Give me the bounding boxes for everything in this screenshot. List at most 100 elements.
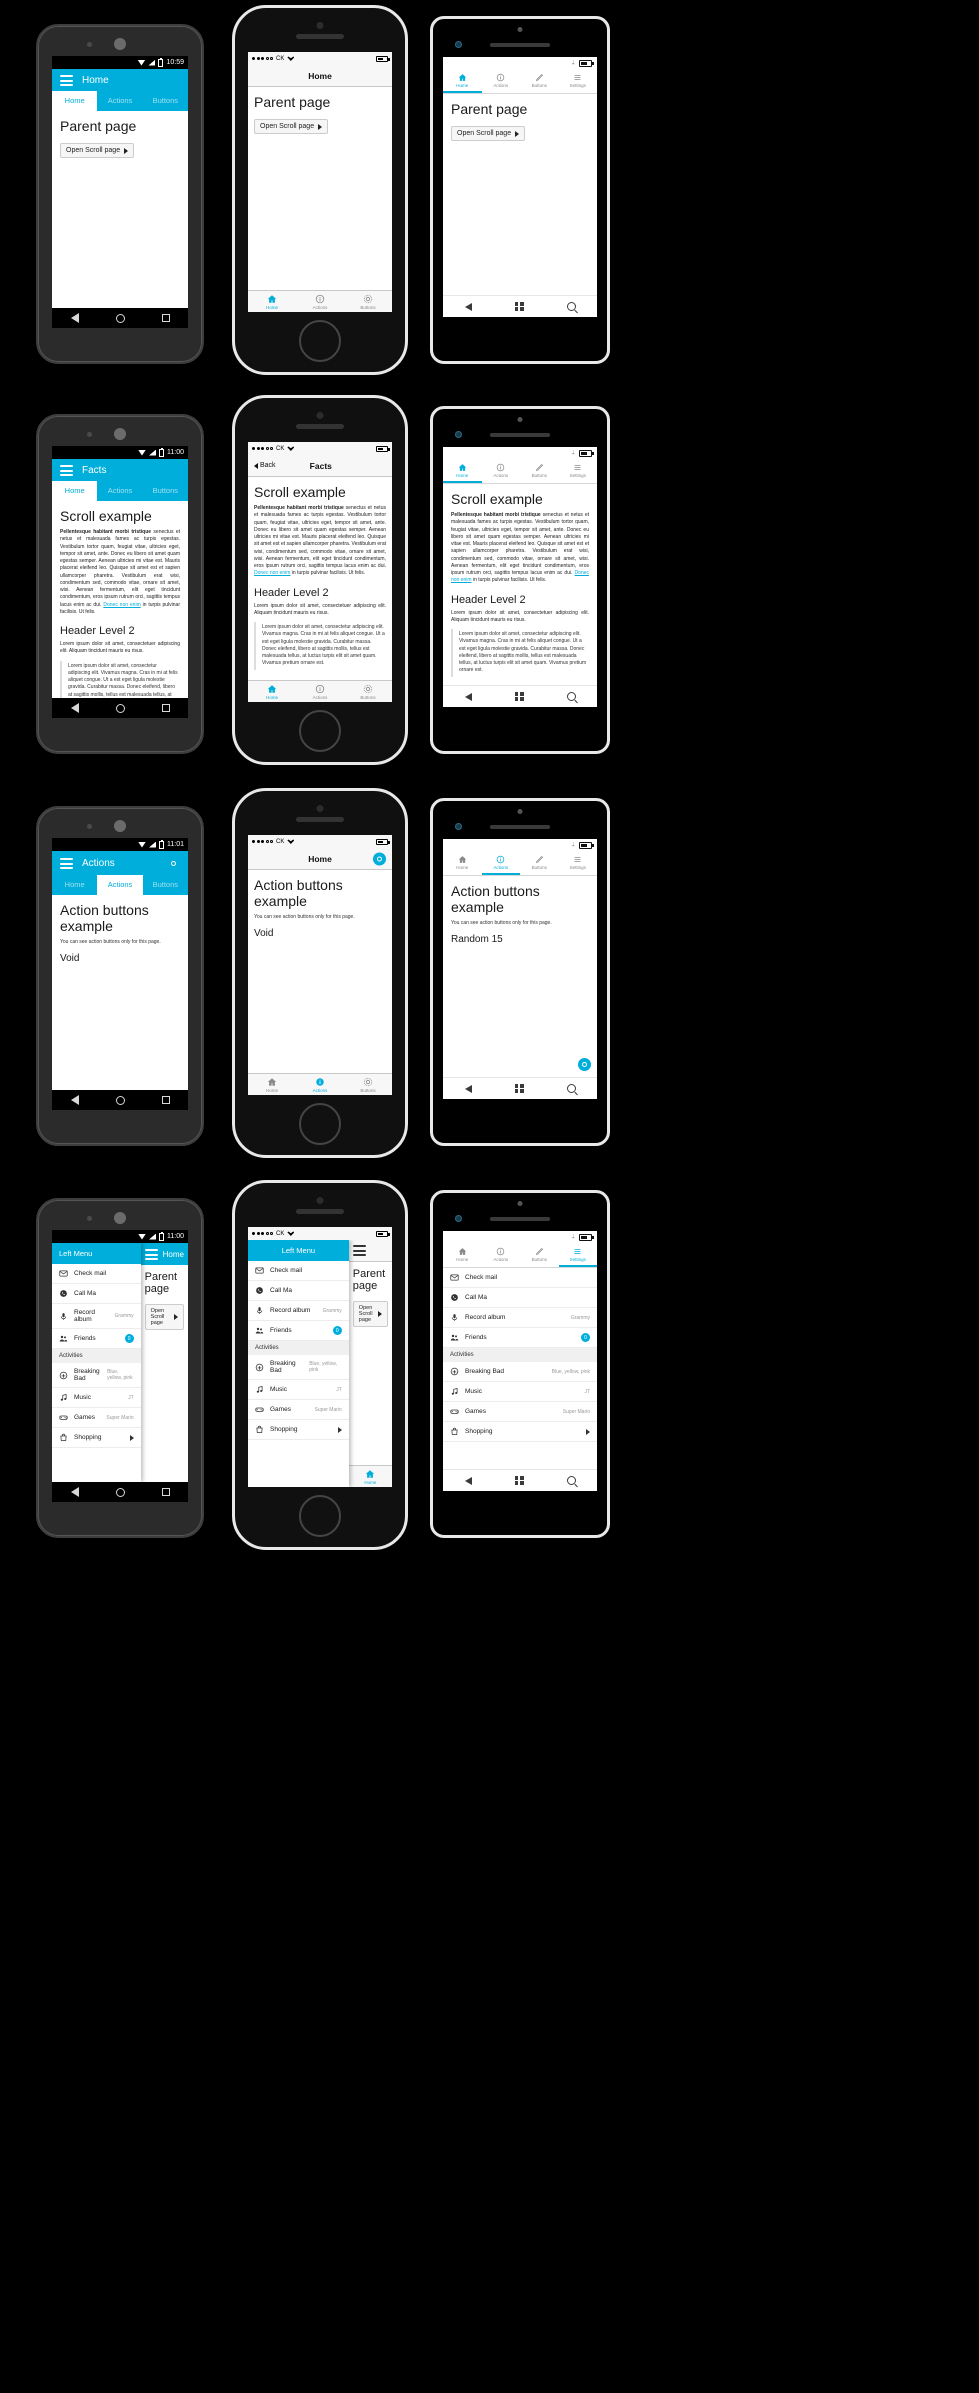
tab-settings[interactable]: Settings [559, 69, 598, 93]
tab-buttons[interactable]: Buttons [520, 851, 559, 875]
nav-home-icon[interactable] [115, 1487, 125, 1497]
list-item[interactable]: Record album Grammy [248, 1301, 349, 1321]
open-scroll-page-button[interactable]: Open Scroll page [144, 1304, 184, 1330]
nav-recents-icon[interactable] [161, 704, 170, 712]
tab-buttons[interactable]: Buttons [520, 459, 559, 483]
list-item[interactable]: Friends 0 [443, 1328, 597, 1348]
list-item[interactable]: Friends 0 [52, 1329, 141, 1349]
nav-home-icon[interactable] [115, 313, 125, 323]
tab-actions[interactable]: Actions [482, 69, 521, 93]
nav-windows-icon[interactable] [514, 1476, 524, 1485]
action-button[interactable] [578, 1058, 591, 1071]
menu-icon[interactable] [60, 858, 73, 869]
open-scroll-page-button[interactable]: Open Scroll page [352, 1301, 388, 1327]
nav-back-icon[interactable] [464, 302, 472, 311]
ios-home-button[interactable] [299, 320, 341, 362]
nav-windows-icon[interactable] [514, 302, 524, 311]
list-item[interactable]: Record album Grammy [443, 1308, 597, 1328]
menu-icon[interactable] [352, 1245, 366, 1256]
nav-back-icon[interactable] [70, 703, 79, 713]
tab-actions[interactable]: Actions [481, 851, 520, 875]
action-button[interactable] [373, 852, 386, 865]
tab-buttons[interactable]: Buttons [344, 1074, 392, 1095]
nav-search-icon[interactable] [566, 1084, 576, 1093]
list-item[interactable]: Check mail [443, 1268, 597, 1288]
nav-search-icon[interactable] [566, 692, 576, 701]
list-item[interactable]: Call Ma [52, 1284, 141, 1304]
nav-back-icon[interactable] [70, 1095, 79, 1105]
list-item[interactable]: Call Ma [248, 1281, 349, 1301]
nav-back-icon[interactable] [464, 1084, 472, 1093]
list-item[interactable]: Games Super Mario [443, 1402, 597, 1422]
list-item[interactable]: Record album Grammy [52, 1304, 141, 1329]
nav-back-icon[interactable] [70, 1487, 79, 1497]
list-item[interactable]: Shopping [443, 1422, 597, 1442]
ios-home-button[interactable] [299, 1103, 341, 1145]
nav-windows-icon[interactable] [514, 692, 524, 701]
tab-actions[interactable]: Actions [97, 875, 143, 895]
list-item[interactable]: Shopping [248, 1420, 349, 1440]
tab-actions[interactable]: Actions [97, 91, 142, 111]
tab-home[interactable]: Home [248, 681, 296, 702]
menu-icon[interactable] [60, 465, 73, 476]
back-button[interactable]: Back [254, 462, 276, 469]
tab-home[interactable]: Home [52, 481, 98, 501]
tab-home[interactable]: Home [443, 69, 482, 93]
tab-actions[interactable]: Actions [482, 459, 521, 483]
list-item[interactable]: Breaking Bad Blue, yellow, pink [443, 1362, 597, 1382]
tab-home[interactable]: Home [248, 1074, 296, 1095]
open-scroll-page-button[interactable]: Open Scroll page [60, 143, 135, 158]
nav-back-icon[interactable] [464, 1476, 472, 1485]
list-item[interactable]: Breaking Bad Blue, yellow, pink [52, 1363, 141, 1388]
tab-buttons[interactable]: Buttons [344, 291, 392, 312]
tab-home[interactable]: Home [443, 851, 482, 875]
nav-windows-icon[interactable] [514, 1084, 524, 1093]
tab-buttons[interactable]: Buttons [344, 681, 392, 702]
list-item[interactable]: Shopping [52, 1428, 141, 1448]
tab-home[interactable]: Home [443, 459, 482, 483]
nav-back-icon[interactable] [464, 692, 472, 701]
tab-actions[interactable]: Actions [482, 1243, 521, 1267]
list-item[interactable]: Music JT [443, 1382, 597, 1402]
inline-link[interactable]: Donec non enim [103, 602, 140, 608]
list-item[interactable]: Call Ma [443, 1288, 597, 1308]
tab-settings[interactable]: Settings [559, 851, 598, 875]
list-item[interactable]: Check mail [248, 1261, 349, 1281]
nav-back-icon[interactable] [70, 313, 79, 323]
tab-buttons[interactable]: Buttons [520, 1243, 559, 1267]
nav-recents-icon[interactable] [161, 314, 170, 322]
tab-buttons[interactable]: Buttons [143, 91, 188, 111]
action-button[interactable] [167, 857, 180, 870]
tab-buttons[interactable]: Buttons [520, 69, 559, 93]
tab-settings[interactable]: Settings [558, 1243, 597, 1267]
tab-actions[interactable]: Actions [296, 681, 344, 702]
nav-home-icon[interactable] [115, 1095, 125, 1105]
tab-actions[interactable]: Actions [97, 481, 142, 501]
nav-recents-icon[interactable] [161, 1488, 170, 1496]
list-item[interactable]: Breaking Bad Blue, yellow, pink [248, 1355, 349, 1380]
tab-actions[interactable]: Actions [296, 291, 344, 312]
nav-recents-icon[interactable] [161, 1096, 170, 1104]
ios-home-button[interactable] [299, 710, 341, 752]
list-item[interactable]: Games Super Mario [248, 1400, 349, 1420]
list-item[interactable]: Music JT [52, 1388, 141, 1408]
tab-home[interactable]: Home [52, 875, 97, 895]
nav-search-icon[interactable] [566, 1476, 576, 1485]
tab-buttons[interactable]: Buttons [143, 875, 188, 895]
ios-home-button[interactable] [299, 1495, 341, 1537]
list-item[interactable]: Check mail [52, 1264, 141, 1284]
menu-icon[interactable] [60, 75, 73, 86]
open-scroll-page-button[interactable]: Open Scroll page [451, 126, 526, 141]
inline-link[interactable]: Donec non enim [254, 570, 290, 576]
tab-home[interactable]: Home [248, 291, 296, 312]
open-scroll-page-button[interactable]: Open Scroll page [254, 119, 329, 134]
nav-search-icon[interactable] [566, 302, 576, 311]
tab-settings[interactable]: Settings [559, 459, 598, 483]
tab-buttons[interactable]: Buttons [143, 481, 188, 501]
tab-home[interactable]: Home [443, 1243, 482, 1267]
tab-home[interactable]: Home [52, 91, 98, 111]
nav-home-icon[interactable] [115, 703, 125, 713]
menu-icon[interactable] [144, 1249, 158, 1260]
list-item[interactable]: Games Super Mario [52, 1408, 141, 1428]
list-item[interactable]: Music JT [248, 1380, 349, 1400]
